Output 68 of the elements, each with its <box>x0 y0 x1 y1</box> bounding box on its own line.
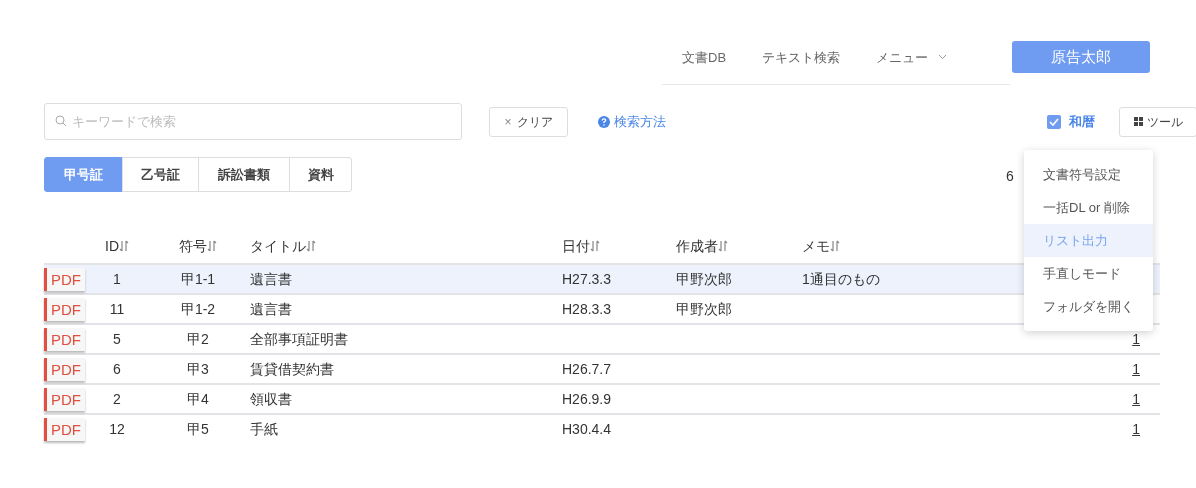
tab[interactable]: 乙号証 <box>122 157 199 192</box>
sort-icon[interactable] <box>306 240 316 252</box>
nav-link[interactable]: テキスト検索 <box>762 48 841 68</box>
table-cell: 甲4 <box>187 390 209 407</box>
pdf-badge[interactable]: PDF <box>44 357 85 381</box>
menu-item[interactable]: フォルダを開く <box>1024 290 1153 323</box>
table-cell: 甲5 <box>187 421 209 437</box>
sort-icon[interactable] <box>119 240 129 252</box>
tab[interactable]: 資料 <box>289 157 352 192</box>
table-cell: 甲1-1 <box>180 270 216 287</box>
table-cell: 2 <box>88 384 146 414</box>
page-link[interactable]: 1 <box>1132 330 1140 347</box>
sort-icon[interactable] <box>590 240 600 252</box>
sort-icon[interactable] <box>830 240 840 252</box>
tools-button[interactable]: ツール <box>1119 106 1196 137</box>
close-icon: × <box>504 114 512 129</box>
menu-item[interactable]: 手直しモード <box>1024 257 1153 290</box>
checkbox-label[interactable]: 和暦 <box>1069 111 1095 132</box>
table-cell: H28.3.3 <box>562 300 612 317</box>
table-cell: H27.3.3 <box>562 270 612 287</box>
sort-icon[interactable] <box>718 240 728 252</box>
count-text: 6 <box>1006 167 1014 186</box>
table-cell: H26.7.7 <box>562 360 612 377</box>
nav-link[interactable]: 文書DB <box>682 48 727 68</box>
page-link[interactable]: 1 <box>1132 360 1140 377</box>
column-header[interactable]: 日付 <box>562 238 600 254</box>
column-header[interactable]: 符号 <box>179 238 217 254</box>
table-cell: 6 <box>88 354 146 384</box>
page-link[interactable]: 1 <box>1132 390 1140 407</box>
pdf-badge[interactable]: PDF <box>44 327 85 351</box>
column-header[interactable]: 作成者 <box>676 238 728 254</box>
column-header[interactable]: タイトル <box>250 238 316 254</box>
help-icon <box>598 115 610 128</box>
menu-item[interactable]: 文書符号設定 <box>1024 158 1153 191</box>
table-cell: 1 <box>88 264 146 294</box>
table-cell: 手紙 <box>250 421 278 437</box>
column-header[interactable]: ID <box>105 238 129 254</box>
chevron-down-icon[interactable] <box>937 54 947 60</box>
table-cell: 甲1-2 <box>180 300 216 317</box>
table-cell: 甲野次郎 <box>676 300 732 317</box>
pdf-badge[interactable]: PDF <box>44 387 85 411</box>
table-cell: 甲2 <box>187 330 209 347</box>
grid-icon <box>1133 117 1143 126</box>
table-cell: H26.9.9 <box>562 390 612 407</box>
table-cell: 全部事項証明書 <box>250 330 348 347</box>
pdf-badge[interactable]: PDF <box>44 267 85 291</box>
table-cell: 1通目のもの <box>802 270 880 287</box>
table-cell: 賃貸借契約書 <box>250 360 334 377</box>
table-cell: 甲3 <box>187 360 209 377</box>
tab[interactable]: 訴訟書類 <box>198 157 290 192</box>
menu-item[interactable]: 一括DL or 削除 <box>1024 191 1153 224</box>
table-cell: H30.4.4 <box>562 421 612 437</box>
table-cell: 遺言書 <box>250 300 292 317</box>
table-cell: 5 <box>88 324 146 354</box>
table-cell: 遺言書 <box>250 270 292 287</box>
page-link[interactable]: 1 <box>1132 421 1140 437</box>
clear-button[interactable]: × クリア <box>489 106 568 137</box>
table-cell: 12 <box>88 414 146 444</box>
help-link[interactable]: 検索方法 <box>598 111 666 132</box>
menu-dropdown[interactable]: メニュー <box>876 48 947 68</box>
table-cell: 領収書 <box>250 390 292 407</box>
pdf-badge[interactable]: PDF <box>44 297 85 321</box>
column-header[interactable]: メモ <box>802 238 840 254</box>
checkbox[interactable] <box>1047 114 1061 129</box>
sort-icon[interactable] <box>207 240 217 252</box>
table-cell: 11 <box>88 294 146 324</box>
pdf-badge[interactable]: PDF <box>44 418 85 441</box>
table-cell: 甲野次郎 <box>676 270 732 287</box>
